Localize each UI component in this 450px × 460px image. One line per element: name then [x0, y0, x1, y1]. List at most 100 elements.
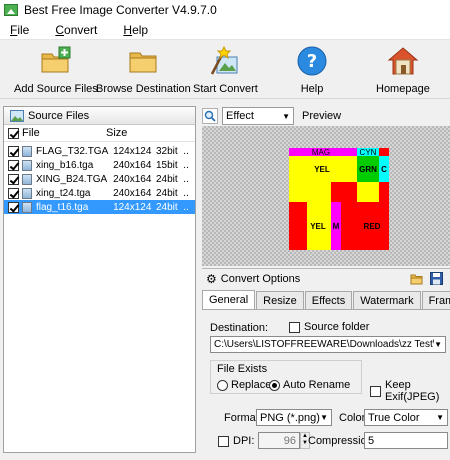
format-value: PNG (*.png): [260, 411, 320, 424]
start-convert-button[interactable]: Start Convert: [193, 45, 258, 95]
toolbar: Add Source Files Browse Destination Star…: [0, 41, 450, 99]
source-files-title: Source Files: [28, 109, 90, 122]
tab-frame[interactable]: Frame: [421, 291, 450, 309]
preview-label-yel2: YEL: [310, 222, 326, 231]
help-button[interactable]: ? Help: [296, 45, 328, 95]
file-name: xing_b16.tga: [36, 159, 94, 171]
file-name: flag_t16.tga: [36, 201, 89, 213]
start-convert-label: Start Convert: [193, 83, 258, 95]
replace-option[interactable]: Replace: [217, 379, 271, 391]
file-checkbox[interactable]: [8, 145, 19, 157]
tab-resize[interactable]: Resize: [256, 291, 304, 309]
dpi-checkbox[interactable]: [218, 435, 229, 447]
add-source-files-button[interactable]: Add Source Files: [14, 45, 98, 95]
file-column-label: File: [22, 127, 40, 139]
app-icon: [4, 4, 18, 16]
preview-label: Preview: [302, 110, 342, 122]
zoom-button[interactable]: [202, 108, 218, 124]
folder-icon: [129, 52, 157, 73]
preview-label-cyn: CYN: [360, 148, 377, 157]
add-folder-icon: [41, 46, 71, 73]
menu-bar: File Convert Help: [0, 20, 450, 40]
color-dropdown[interactable]: True Color ▼: [364, 409, 448, 426]
homepage-label: Homepage: [376, 83, 430, 95]
file-dimensions: 124x124: [113, 145, 152, 157]
tab-general[interactable]: General: [202, 290, 256, 309]
size-column-header[interactable]: Size: [104, 127, 127, 139]
file-checkbox[interactable]: [8, 159, 19, 171]
window-title: Best Free Image Converter V4.9.7.0: [24, 3, 217, 17]
file-bit-depth: 24bit: [155, 187, 178, 199]
preview-label-yel: YEL: [314, 165, 330, 174]
file-list-header: File Size: [4, 125, 195, 142]
preview-label-c: C: [381, 165, 387, 174]
file-checkbox[interactable]: [8, 173, 19, 185]
format-dropdown[interactable]: PNG (*.png) ▼: [256, 409, 332, 426]
source-folder-option[interactable]: Source folder: [289, 321, 369, 333]
magnifier-icon: [204, 110, 216, 122]
menu-convert[interactable]: Convert: [45, 23, 107, 37]
tab-watermark[interactable]: Watermark: [353, 291, 421, 309]
replace-label: Replace: [231, 379, 272, 391]
file-row[interactable]: XING_B24.TGA 240x164 24bit..: [4, 172, 195, 186]
menu-help[interactable]: Help: [113, 23, 158, 37]
keep-exif-label: Keep Exif(JPEG): [385, 379, 440, 403]
file-dimensions: 240x164: [113, 159, 152, 171]
gear-icon: ⚙: [206, 272, 217, 286]
homepage-button[interactable]: Homepage: [376, 45, 430, 95]
file-list: FLAG_T32.TGA 124x124 32bit.. xing_b16.tga 24…: [4, 142, 195, 214]
auto-rename-option[interactable]: Auto Rename: [269, 379, 350, 391]
file-checkbox[interactable]: [8, 187, 19, 199]
file-bit-depth: 24bit: [155, 173, 178, 185]
destination-path: C:\Users\LISTOFFREEWARE\Downloads\zz Tes…: [214, 339, 434, 350]
auto-rename-radio[interactable]: [269, 379, 280, 391]
keep-exif-option[interactable]: Keep Exif(JPEG): [370, 379, 450, 403]
file-column-header[interactable]: File: [4, 127, 104, 139]
preview-label-grn: GRN: [359, 165, 377, 174]
file-row[interactable]: flag_t16.tga 124x124 24bit..: [4, 200, 195, 214]
general-tab-panel: Destination: Source folder C:\Users\LIST…: [202, 309, 450, 460]
options-tabs: GeneralResizeEffectsWatermarkFrame: [202, 290, 450, 309]
save-icon[interactable]: [430, 272, 443, 285]
dpi-label: DPI:: [233, 435, 255, 447]
file-row[interactable]: FLAG_T32.TGA 124x124 32bit..: [4, 144, 195, 158]
file-checkbox[interactable]: [8, 201, 19, 213]
file-row[interactable]: xing_t24.tga 240x164 24bit..: [4, 186, 195, 200]
menu-file[interactable]: File: [0, 23, 39, 37]
source-folder-checkbox[interactable]: [289, 321, 300, 333]
compression-input[interactable]: 5: [364, 432, 448, 449]
add-source-files-label: Add Source Files: [14, 83, 98, 95]
preview-image: MAG CYN YEL GRN C YEL M RED: [289, 148, 389, 250]
chevron-down-icon: ▼: [282, 111, 290, 121]
browse-destination-button[interactable]: Browse Destination: [96, 45, 191, 95]
tab-effects[interactable]: Effects: [304, 291, 353, 309]
file-bit-depth: 32bit: [155, 145, 178, 157]
chevron-down-icon: ▼: [434, 340, 442, 349]
keep-exif-checkbox[interactable]: [370, 385, 381, 397]
dpi-option[interactable]: DPI:: [218, 435, 254, 447]
file-dimensions: 240x164: [113, 173, 152, 185]
preview-label-red: RED: [364, 222, 381, 231]
image-file-icon: [22, 173, 32, 185]
file-more: ..: [183, 201, 189, 213]
replace-radio[interactable]: [217, 379, 228, 391]
file-bit-depth: 15bit: [155, 159, 178, 171]
destination-path-combo[interactable]: C:\Users\LISTOFFREEWARE\Downloads\zz Tes…: [210, 336, 446, 353]
dpi-input[interactable]: 96: [258, 432, 300, 449]
file-exists-group: File Exists Replace Auto Rename: [210, 360, 362, 394]
file-more: ..: [183, 173, 189, 185]
preview-label-m: M: [333, 222, 340, 231]
open-folder-icon[interactable]: [410, 272, 424, 285]
file-name: xing_t24.tga: [36, 187, 91, 199]
file-row[interactable]: xing_b16.tga 240x164 15bit..: [4, 158, 195, 172]
auto-rename-label: Auto Rename: [283, 379, 351, 391]
select-all-checkbox[interactable]: [8, 127, 19, 139]
preview-area: MAG CYN YEL GRN C YEL M RED: [202, 126, 450, 266]
home-icon: [387, 47, 419, 75]
effect-value: Effect: [226, 110, 254, 122]
file-dimensions: 124x124: [113, 201, 152, 213]
file-more: ..: [183, 145, 189, 157]
image-file-icon: [22, 187, 32, 199]
source-files-header: Source Files: [4, 107, 195, 125]
effect-dropdown[interactable]: Effect ▼: [222, 107, 294, 125]
